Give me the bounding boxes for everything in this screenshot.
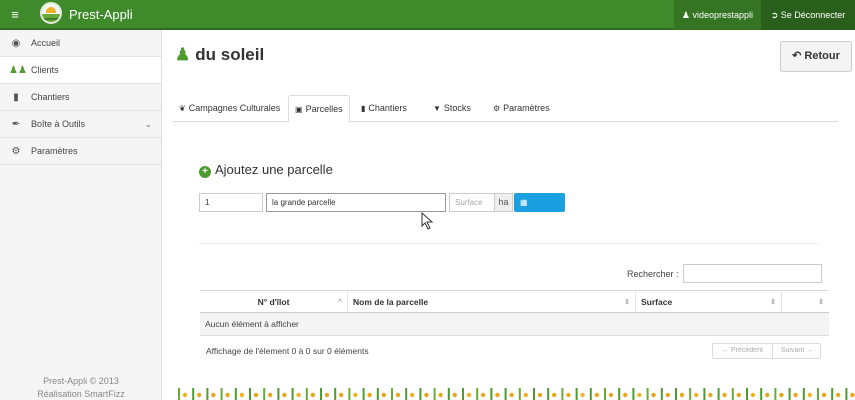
sort-icon: ⇕ bbox=[818, 299, 824, 306]
sidebar-item-label: Paramètres bbox=[31, 146, 78, 156]
tools-icon: ✒ bbox=[11, 119, 21, 130]
sort-icon: ^ bbox=[337, 299, 342, 306]
sidebar-item-clients[interactable]: ♟♟ Clients bbox=[0, 57, 161, 84]
tab-label: Campagnes Culturales bbox=[188, 103, 281, 113]
main-content: ♟ du soleil ↶ Retour ❦ Campagnes Culturale… bbox=[163, 30, 855, 400]
tab-chantiers[interactable]: ▮ Chantiers bbox=[355, 95, 413, 122]
mouse-cursor-icon bbox=[421, 212, 434, 230]
gear-icon: ⚙ bbox=[493, 104, 501, 113]
chevron-down-icon: ⌄ bbox=[144, 119, 152, 129]
tab-parcelles[interactable]: ▣ Parcelles bbox=[288, 95, 350, 123]
hamburger-icon[interactable]: ≡ bbox=[0, 0, 30, 30]
footer-copyright: Prest-Appli © 2013 bbox=[43, 376, 119, 386]
logout-icon: ➲ bbox=[770, 10, 779, 20]
table-info: Affichage de l'élement 0 à 0 sur 0 éléme… bbox=[206, 346, 369, 356]
tab-stocks[interactable]: ▼ Stocks bbox=[427, 95, 477, 122]
column-label: N° d'îlot bbox=[257, 297, 290, 307]
save-label: Enregistrer bbox=[520, 217, 560, 226]
tab-bar: ❦ Campagnes Culturales ▣ Parcelles ▮ Chanti… bbox=[173, 95, 838, 123]
parcel-name-input[interactable]: la grande parcelle bbox=[266, 193, 446, 212]
inbox-icon: ▼ bbox=[433, 104, 441, 113]
unit-addon: ha bbox=[494, 193, 513, 212]
book-icon: ▮ bbox=[361, 104, 366, 113]
app-logo bbox=[40, 2, 62, 24]
tab-label: Stocks bbox=[443, 103, 471, 113]
top-navbar: ≡ Prest-Appli ♟ videoprestappli ➲ Se Déc… bbox=[0, 0, 855, 30]
tab-label: Paramètres bbox=[503, 103, 550, 113]
add-parcel-title: + Ajoutez une parcelle bbox=[199, 162, 333, 178]
dashboard-icon: ◉ bbox=[11, 38, 21, 49]
back-button[interactable]: ↶ Retour bbox=[780, 41, 852, 72]
sidebar-item-chantiers[interactable]: ▮ Chantiers bbox=[0, 84, 161, 111]
search-label: Rechercher : bbox=[627, 269, 679, 279]
tab-parametres[interactable]: ⚙ Paramètres bbox=[487, 95, 556, 122]
column-header-actions[interactable]: ⇕ bbox=[782, 291, 829, 314]
reply-arrow-icon: ↶ bbox=[792, 50, 802, 62]
user-name: videoprestappli bbox=[692, 10, 753, 20]
save-button[interactable]: ▦ Enregistrer bbox=[514, 193, 566, 226]
sort-icon: ⇕ bbox=[770, 299, 776, 306]
book-icon: ▮ bbox=[13, 92, 19, 103]
users-icon: ♟♟ bbox=[9, 65, 27, 76]
footer-credit: Réalisation SmartFizz bbox=[37, 389, 125, 399]
user-menu-link[interactable]: ♟ videoprestappli bbox=[673, 0, 761, 30]
table-empty-row: Aucun élément à afficher bbox=[200, 313, 829, 336]
page-title: ♟ du soleil bbox=[175, 45, 264, 65]
plus-circle-icon: + bbox=[199, 166, 211, 178]
column-label: Nom de la parcelle bbox=[353, 297, 429, 307]
user-icon: ♟ bbox=[175, 45, 191, 64]
logout-button[interactable]: ➲ Se Déconnecter bbox=[761, 0, 855, 30]
gear-icon: ⚙ bbox=[11, 146, 21, 157]
sidebar-item-label: Boîte à Outils bbox=[31, 119, 86, 129]
logout-label: Se Déconnecter bbox=[780, 10, 846, 20]
sidebar-item-accueil[interactable]: ◉ Accueil bbox=[0, 30, 161, 57]
back-label: Retour bbox=[804, 50, 840, 62]
ilot-number-input[interactable]: 1 bbox=[199, 193, 263, 212]
client-name: du soleil bbox=[195, 45, 265, 64]
floppy-icon: ▦ bbox=[520, 198, 528, 207]
column-label: Surface bbox=[641, 297, 673, 307]
column-header-surface[interactable]: Surface ⇕ bbox=[636, 291, 782, 314]
tab-label: Chantiers bbox=[368, 103, 407, 113]
tab-label: Parcelles bbox=[305, 104, 343, 114]
table-header: N° d'îlot ^ Nom de la parcelle ⇕ Surface ⇕ … bbox=[200, 290, 829, 314]
brand[interactable]: Prest-Appli bbox=[36, 0, 161, 30]
app-name: Prest-Appli bbox=[69, 7, 133, 22]
pagination: ← Précédent Suivant → bbox=[712, 343, 821, 359]
add-parcel-label: Ajoutez une parcelle bbox=[215, 162, 333, 177]
search-input[interactable] bbox=[683, 264, 822, 283]
surface-input[interactable]: Surface bbox=[449, 193, 495, 212]
divider bbox=[199, 243, 819, 244]
sidebar-item-parametres[interactable]: ⚙ Paramètres bbox=[0, 138, 161, 165]
column-header-ilot[interactable]: N° d'îlot ^ bbox=[200, 291, 348, 314]
crop-pattern-decoration bbox=[178, 388, 855, 400]
picture-icon: ▣ bbox=[295, 105, 303, 114]
user-icon: ♟ bbox=[681, 10, 690, 20]
sidebar: ◉ Accueil ♟♟ Clients ▮ Chantiers ✒ Boîte… bbox=[0, 30, 162, 400]
next-page-button[interactable]: Suivant → bbox=[773, 344, 821, 358]
sort-icon: ⇕ bbox=[624, 299, 630, 306]
sidebar-item-label: Clients bbox=[31, 65, 59, 75]
tab-campagnes-culturales[interactable]: ❦ Campagnes Culturales bbox=[173, 95, 286, 122]
parcels-table: N° d'îlot ^ Nom de la parcelle ⇕ Surface ⇕ … bbox=[200, 290, 829, 336]
sidebar-item-boite-a-outils[interactable]: ✒ Boîte à Outils ⌄ bbox=[0, 111, 161, 138]
leaf-icon: ❦ bbox=[179, 104, 186, 113]
sidebar-item-label: Accueil bbox=[31, 38, 61, 48]
prev-page-button[interactable]: ← Précédent bbox=[713, 344, 773, 358]
sidebar-item-label: Chantiers bbox=[31, 92, 70, 102]
column-header-nom[interactable]: Nom de la parcelle ⇕ bbox=[348, 291, 636, 314]
parcelles-panel: + Ajoutez une parcelle 1 la grande parcel… bbox=[173, 132, 838, 400]
